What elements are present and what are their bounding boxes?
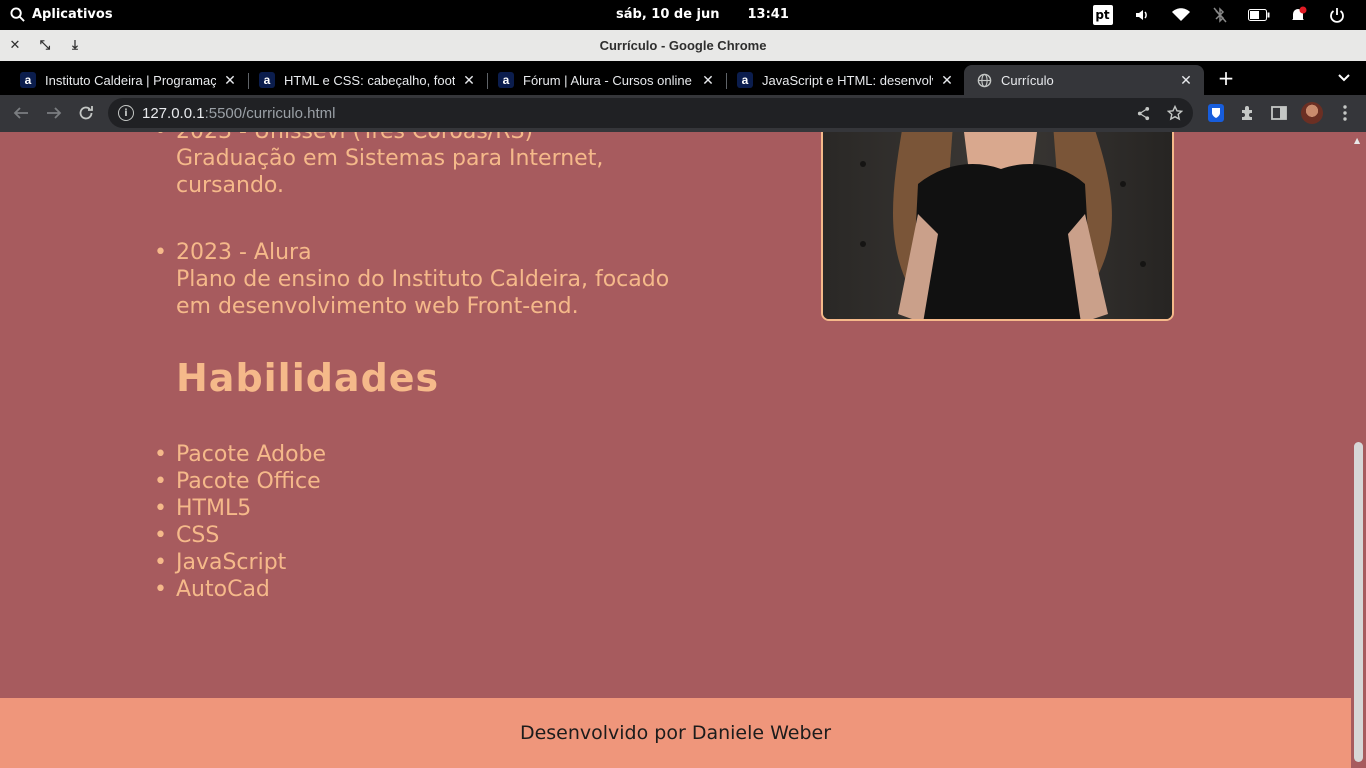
education-item-title: 2023 - Alura [176, 240, 312, 265]
close-tab-icon[interactable]: ✕ [937, 72, 957, 89]
volume-icon[interactable] [1122, 4, 1161, 26]
search-icon [10, 7, 25, 22]
tab-javascript-html[interactable]: a JavaScript e HTML: desenvolva ✕ [725, 65, 965, 95]
tab-label: Instituto Caldeira | Programação [45, 72, 216, 88]
tab-label: Fórum | Alura - Cursos online de [523, 72, 694, 88]
alura-favicon-icon: a [20, 72, 36, 88]
tab-label: JavaScript e HTML: desenvolva [762, 72, 933, 88]
notifications-icon[interactable] [1278, 4, 1317, 26]
bluetooth-off-icon[interactable] [1200, 4, 1239, 26]
tab-forum-alura[interactable]: a Fórum | Alura - Cursos online de ✕ [486, 65, 726, 95]
alura-favicon-icon: a [259, 72, 275, 88]
window-titlebar[interactable]: ✕ ⤡ ⤓ Currículo - Google Chrome [0, 30, 1366, 61]
skill-item: JavaScript [154, 549, 326, 576]
applications-label: Aplicativos [32, 7, 113, 22]
tab-curriculo[interactable]: Currículo ✕ [964, 65, 1204, 95]
battery-icon[interactable] [1239, 4, 1278, 26]
education-item-description: Plano de ensino do Instituto Caldeira, f… [176, 267, 670, 319]
browser-toolbar: i 127.0.0.1:5500/curriculo.html [0, 95, 1366, 132]
tab-label: Currículo [1001, 72, 1054, 88]
forward-arrow-icon[interactable] [42, 101, 66, 125]
skill-item: HTML5 [154, 495, 326, 522]
address-bar[interactable]: i 127.0.0.1:5500/curriculo.html [108, 98, 1193, 128]
close-tab-icon[interactable]: ✕ [1176, 72, 1196, 89]
skill-item: CSS [154, 522, 326, 549]
applications-menu[interactable]: Aplicativos [10, 7, 113, 22]
scroll-up-arrow-icon[interactable]: ▲ [1354, 136, 1360, 145]
alura-favicon-icon: a [737, 72, 753, 88]
reload-icon[interactable] [74, 101, 98, 125]
globe-icon [976, 72, 992, 88]
skill-item: AutoCad [154, 576, 326, 603]
new-tab-icon[interactable]: + [1214, 66, 1238, 90]
profile-photo [821, 132, 1174, 321]
skills-heading: Habilidades [176, 356, 440, 400]
footer-text: Desenvolvido por Daniele Weber [519, 722, 832, 744]
url-text[interactable]: 127.0.0.1:5500/curriculo.html [142, 105, 335, 122]
bitwarden-extension-icon[interactable] [1208, 104, 1224, 122]
close-tab-icon[interactable]: ✕ [459, 72, 479, 89]
education-item-title: 2023 - Unissevi (Três Coroas/RS) [176, 132, 696, 145]
page-footer: Desenvolvido por Daniele Weber [0, 698, 1351, 768]
more-options-icon[interactable] [1334, 102, 1356, 124]
wifi-icon[interactable] [1161, 4, 1200, 26]
power-icon[interactable] [1317, 4, 1356, 26]
extensions-puzzle-icon[interactable] [1237, 102, 1259, 124]
close-tab-icon[interactable]: ✕ [698, 72, 718, 89]
tab-html-css[interactable]: a HTML e CSS: cabeçalho, footer e ✕ [247, 65, 487, 95]
share-icon[interactable] [1133, 103, 1153, 123]
education-item: 2023 - Alura Plano de ensino do Institut… [154, 239, 696, 320]
education-list: 2023 - Unissevi (Três Coroas/RS) Graduaç… [154, 132, 696, 360]
site-info-icon[interactable]: i [118, 105, 134, 121]
tab-search-chevron-down-icon[interactable] [1333, 66, 1355, 90]
profile-avatar[interactable] [1301, 102, 1323, 124]
time-label: 13:41 [747, 7, 789, 22]
scrollbar-thumb[interactable] [1354, 442, 1363, 762]
tab-label: HTML e CSS: cabeçalho, footer e [284, 72, 455, 88]
tab-strip: a Instituto Caldeira | Programação ✕ a H… [0, 61, 1366, 95]
side-panel-icon[interactable] [1268, 102, 1290, 124]
skill-item: Pacote Adobe [154, 441, 326, 468]
keyboard-layout-indicator[interactable]: pt [1083, 4, 1122, 26]
tab-instituto-caldeira[interactable]: a Instituto Caldeira | Programação ✕ [8, 65, 248, 95]
skill-item: Pacote Office [154, 468, 326, 495]
close-tab-icon[interactable]: ✕ [220, 72, 240, 89]
bookmark-star-icon[interactable] [1165, 103, 1185, 123]
back-arrow-icon[interactable] [9, 101, 33, 125]
clock[interactable]: sáb, 10 de jun 13:41 [616, 7, 789, 22]
system-tray[interactable]: pt [1083, 4, 1356, 26]
page-viewport: 2023 - Unissevi (Três Coroas/RS) Graduaç… [0, 132, 1351, 768]
page-scrollbar[interactable]: ▲ [1351, 132, 1366, 768]
education-item-description: Graduação em Sistemas para Internet, cur… [176, 146, 604, 198]
date-label: sáb, 10 de jun [616, 7, 720, 22]
education-item: 2023 - Unissevi (Três Coroas/RS) Graduaç… [154, 132, 696, 199]
skills-list: Pacote Adobe Pacote Office HTML5 CSS Jav… [154, 441, 326, 603]
system-top-bar: Aplicativos sáb, 10 de jun 13:41 pt [0, 0, 1366, 30]
alura-favicon-icon: a [498, 72, 514, 88]
window-title: Currículo - Google Chrome [599, 38, 767, 53]
